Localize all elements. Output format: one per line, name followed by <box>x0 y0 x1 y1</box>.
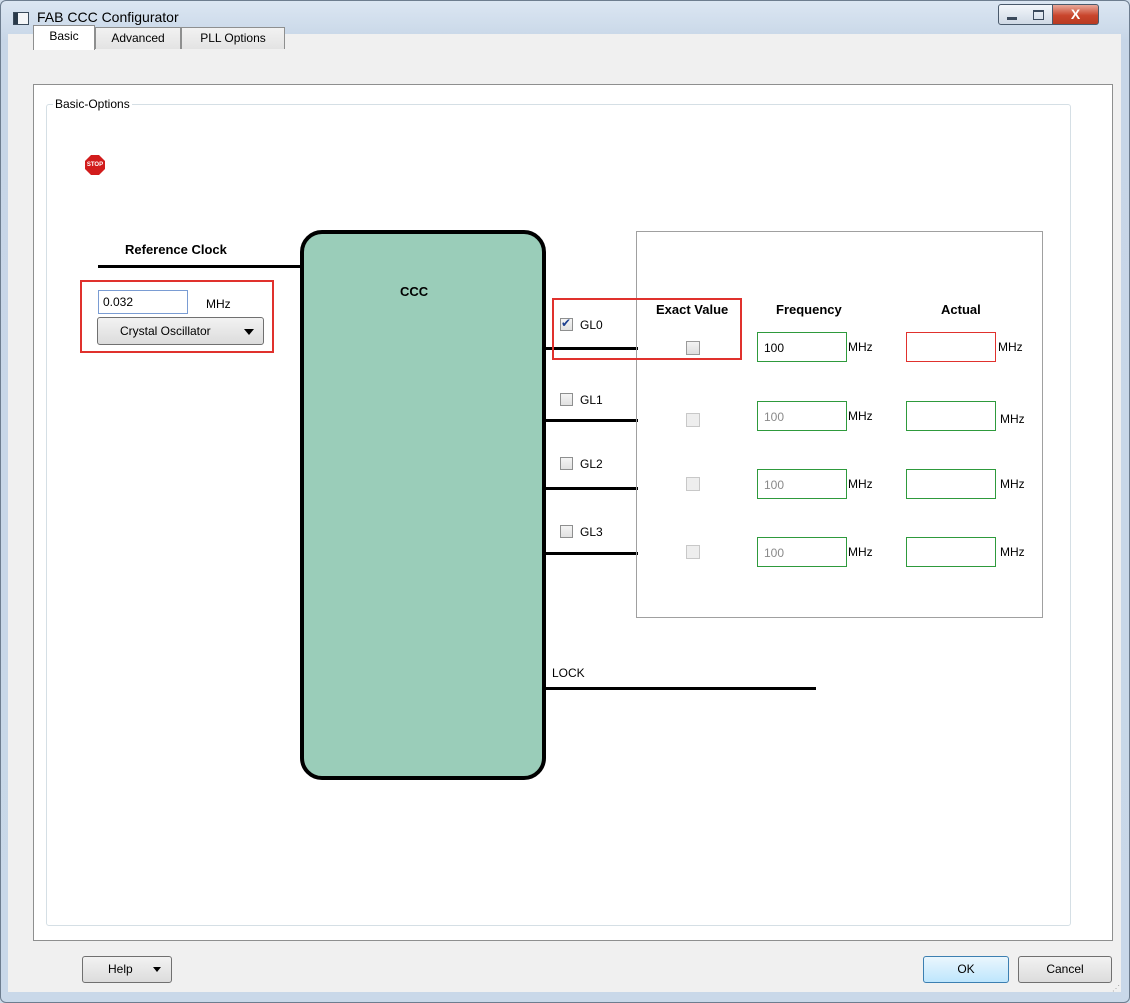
cancel-button[interactable]: Cancel <box>1018 956 1112 983</box>
gl1-actual-field <box>906 401 996 431</box>
gl0-frequency-unit: MHz <box>848 340 873 354</box>
gl3-frequency-unit: MHz <box>848 545 873 559</box>
gl1-enable-checkbox[interactable] <box>560 393 573 406</box>
gl2-frequency-input[interactable]: 100 <box>757 469 847 499</box>
group-title: Basic-Options <box>53 97 132 111</box>
gl3-actual-unit: MHz <box>1000 545 1025 559</box>
stop-icon: STOP <box>85 155 105 175</box>
ok-button[interactable]: OK <box>923 956 1009 983</box>
tab-advanced[interactable]: Advanced <box>95 27 181 49</box>
lock-label: LOCK <box>552 666 585 680</box>
actual-header: Actual <box>941 302 981 317</box>
gl1-output-line <box>546 419 638 422</box>
reference-clock-unit: MHz <box>206 297 231 311</box>
minimize-button[interactable] <box>998 4 1026 25</box>
app-icon <box>13 12 29 25</box>
close-button[interactable]: X <box>1052 4 1099 25</box>
reference-clock-frequency-input[interactable]: 0.032 <box>98 290 188 314</box>
gl1-actual-unit: MHz <box>1000 412 1025 426</box>
gl1-label: GL1 <box>580 393 603 407</box>
chevron-down-icon <box>244 329 254 335</box>
gl3-actual-field <box>906 537 996 567</box>
frequency-header: Frequency <box>776 302 842 317</box>
gl3-enable-checkbox[interactable] <box>560 525 573 538</box>
gl0-actual-unit: MHz <box>998 340 1023 354</box>
gl0-actual-field <box>906 332 996 362</box>
gl2-actual-unit: MHz <box>1000 477 1025 491</box>
gl3-label: GL3 <box>580 525 603 539</box>
gl1-exact-value-checkbox[interactable] <box>686 413 700 427</box>
gl3-exact-value-checkbox[interactable] <box>686 545 700 559</box>
chevron-down-icon <box>153 967 161 972</box>
window-title: FAB CCC Configurator <box>37 9 179 25</box>
reference-clock-line <box>98 265 303 268</box>
gl0-exact-value-checkbox[interactable] <box>686 341 700 355</box>
gl0-frequency-input[interactable]: 100 <box>757 332 847 362</box>
tab-basic[interactable]: Basic <box>33 25 95 50</box>
gl1-frequency-unit: MHz <box>848 409 873 423</box>
ccc-label: CCC <box>400 284 429 299</box>
help-dropdown-button[interactable]: Help <box>82 956 172 983</box>
gl3-output-line <box>546 552 638 555</box>
help-button-label: Help <box>108 962 133 976</box>
close-icon: X <box>1070 6 1081 22</box>
gl0-error-outline <box>552 298 742 360</box>
clock-source-selected: Crystal Oscillator <box>120 324 211 338</box>
reference-clock-label: Reference Clock <box>125 242 227 257</box>
gl2-enable-checkbox[interactable] <box>560 457 573 470</box>
gl2-output-line <box>546 487 638 490</box>
gl1-frequency-input[interactable]: 100 <box>757 401 847 431</box>
gl2-exact-value-checkbox[interactable] <box>686 477 700 491</box>
tab-pll-options[interactable]: PLL Options <box>181 27 285 49</box>
lock-output-line <box>546 687 816 690</box>
gl2-frequency-unit: MHz <box>848 477 873 491</box>
ccc-block <box>300 230 546 780</box>
clock-source-dropdown[interactable]: Crystal Oscillator <box>97 317 264 345</box>
gl2-actual-field <box>906 469 996 499</box>
gl3-frequency-input[interactable]: 100 <box>757 537 847 567</box>
resize-grip[interactable]: ⋰ <box>1112 984 1120 993</box>
gl2-label: GL2 <box>580 457 603 471</box>
maximize-button[interactable] <box>1025 4 1053 25</box>
